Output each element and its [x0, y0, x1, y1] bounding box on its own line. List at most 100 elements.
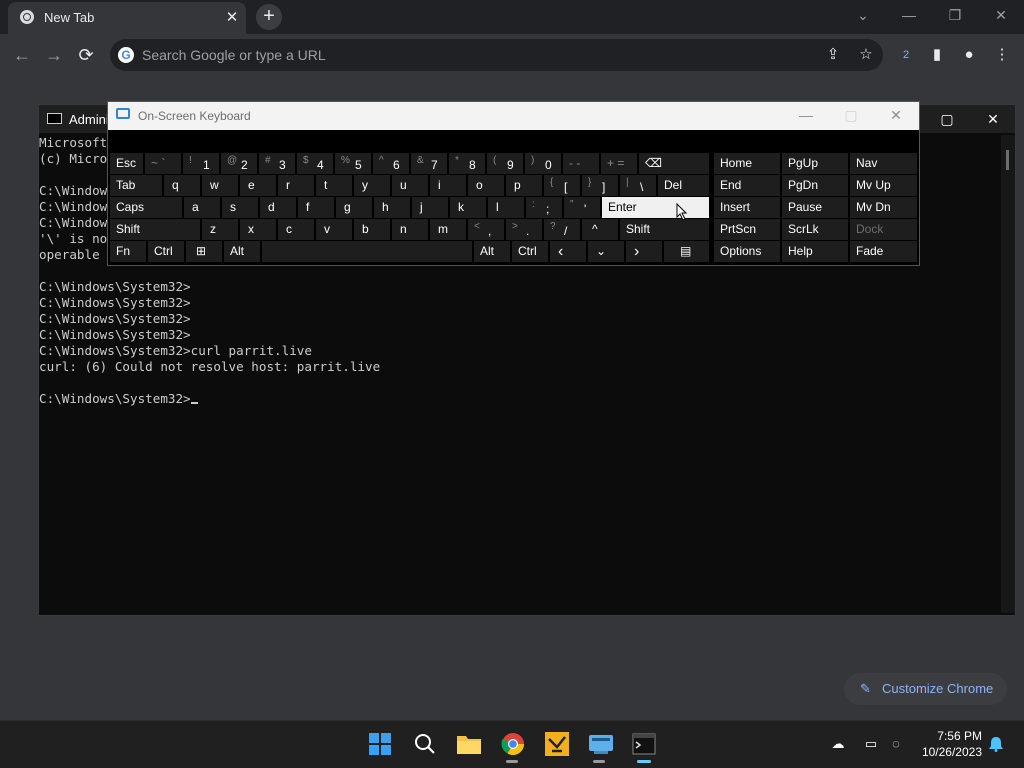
volume-icon[interactable]: ◌: [886, 736, 906, 751]
downloads-icon[interactable]: 2: [894, 43, 918, 67]
close-window-button[interactable]: ✕: [985, 4, 1017, 28]
key-r[interactable]: r: [278, 175, 314, 196]
key-6[interactable]: ^ 6: [373, 153, 409, 174]
key-pause[interactable]: Pause: [782, 197, 848, 218]
key-j[interactable]: j: [412, 197, 448, 218]
key-alt[interactable]: Alt: [224, 241, 260, 262]
start-icon[interactable]: [369, 733, 391, 755]
key-n[interactable]: n: [392, 219, 428, 240]
key-c[interactable]: c: [278, 219, 314, 240]
key-b[interactable]: b: [354, 219, 390, 240]
key-w[interactable]: w: [202, 175, 238, 196]
key-del[interactable]: Del: [658, 175, 709, 196]
backspace-icon[interactable]: ⌫: [639, 153, 709, 174]
key-4[interactable]: $4: [297, 153, 333, 174]
windows-key-icon[interactable]: ⊞: [186, 241, 222, 262]
key-quote[interactable]: " ': [564, 197, 600, 218]
share-icon[interactable]: ⇪: [821, 43, 845, 67]
key-f[interactable]: f: [298, 197, 334, 218]
key-tab[interactable]: Tab: [110, 175, 162, 196]
left-arrow-icon[interactable]: ‹: [550, 241, 586, 262]
osk-maximize-button[interactable]: ▢: [836, 106, 866, 126]
side-panel-icon[interactable]: ▮: [925, 43, 949, 67]
key-v[interactable]: v: [316, 219, 352, 240]
key-pgup[interactable]: PgUp: [782, 153, 848, 174]
key-comma[interactable]: <,: [468, 219, 504, 240]
key-shift-right[interactable]: Shift: [620, 219, 709, 240]
key-equals[interactable]: + =: [601, 153, 637, 174]
key-dock[interactable]: Dock: [850, 219, 917, 240]
keyboard-app-icon[interactable]: [588, 732, 614, 756]
clock-date[interactable]: 10/26/2023: [912, 745, 982, 759]
key-slash[interactable]: ? /: [544, 219, 580, 240]
up-arrow-icon[interactable]: ^: [582, 219, 618, 240]
onedrive-icon[interactable]: ☁: [828, 736, 848, 752]
key-s[interactable]: s: [222, 197, 258, 218]
key-9[interactable]: (9: [487, 153, 523, 174]
key-p[interactable]: p: [506, 175, 542, 196]
key-options[interactable]: Options: [714, 241, 780, 262]
key-scrlk[interactable]: ScrLk: [782, 219, 848, 240]
key-alt-right[interactable]: Alt: [474, 241, 510, 262]
key-fn[interactable]: Fn: [110, 241, 146, 262]
key-7[interactable]: & 7: [411, 153, 447, 174]
chrome-menu-icon[interactable]: ⋮: [990, 43, 1014, 67]
key-o[interactable]: o: [468, 175, 504, 196]
down-arrow-icon[interactable]: ⌄: [588, 241, 624, 262]
key-caps[interactable]: Caps: [110, 197, 182, 218]
forward-icon[interactable]: →: [40, 41, 68, 69]
tab-close-icon[interactable]: ✕: [223, 8, 241, 26]
terminal-icon[interactable]: [632, 733, 656, 755]
back-icon[interactable]: ←: [8, 41, 36, 69]
key-l[interactable]: l: [488, 197, 524, 218]
key-z[interactable]: z: [202, 219, 238, 240]
file-explorer-icon[interactable]: [456, 733, 482, 755]
osk-minimize-button[interactable]: —: [791, 106, 821, 126]
key-q[interactable]: q: [164, 175, 200, 196]
key-e[interactable]: e: [240, 175, 276, 196]
key-ctrl[interactable]: Ctrl: [148, 241, 184, 262]
key-right-bracket[interactable]: }]: [582, 175, 618, 196]
key-help[interactable]: Help: [782, 241, 848, 262]
key-u[interactable]: u: [392, 175, 428, 196]
key-i[interactable]: i: [430, 175, 466, 196]
clock-time[interactable]: 7:56 PM: [928, 729, 982, 743]
key-nav[interactable]: Nav: [850, 153, 917, 174]
bookmark-star-icon[interactable]: ☆: [854, 43, 878, 67]
cmd-maximize-button[interactable]: ▢: [932, 110, 962, 130]
key-1[interactable]: ! 1: [183, 153, 219, 174]
chrome-icon[interactable]: [501, 732, 525, 756]
key-g[interactable]: g: [336, 197, 372, 218]
key-left-bracket[interactable]: {[: [544, 175, 580, 196]
key-h[interactable]: h: [374, 197, 410, 218]
notification-bell-icon[interactable]: [988, 736, 1004, 752]
key-d[interactable]: d: [260, 197, 296, 218]
key-m[interactable]: m: [430, 219, 466, 240]
key-ctrl-right[interactable]: Ctrl: [512, 241, 548, 262]
reload-icon[interactable]: ⟳: [72, 41, 100, 69]
osk-close-button[interactable]: ✕: [881, 106, 911, 126]
key-space[interactable]: [262, 241, 472, 262]
key-mv-up[interactable]: Mv Up: [850, 175, 917, 196]
key-semicolon[interactable]: :;: [526, 197, 562, 218]
key-k[interactable]: k: [450, 197, 486, 218]
key-backslash[interactable]: | \: [620, 175, 656, 196]
key-2[interactable]: @2: [221, 153, 257, 174]
key-shift[interactable]: Shift: [110, 219, 200, 240]
key-y[interactable]: y: [354, 175, 390, 196]
key-0[interactable]: ) 0: [525, 153, 561, 174]
key-home[interactable]: Home: [714, 153, 780, 174]
key-5[interactable]: % 5: [335, 153, 371, 174]
key-fade[interactable]: Fade: [850, 241, 917, 262]
restore-button[interactable]: ❐: [939, 4, 971, 28]
tab-search-icon[interactable]: ⌄: [847, 4, 879, 28]
key-minus[interactable]: - -: [563, 153, 599, 174]
new-tab-button[interactable]: +: [256, 4, 282, 30]
search-icon[interactable]: [414, 733, 436, 755]
cmd-close-button[interactable]: ✕: [978, 110, 1008, 130]
key-prtscn[interactable]: PrtScn: [714, 219, 780, 240]
cmd-scrollbar[interactable]: [1001, 135, 1015, 613]
key-end[interactable]: End: [714, 175, 780, 196]
key-insert[interactable]: Insert: [714, 197, 780, 218]
profile-icon[interactable]: ●: [957, 43, 981, 67]
